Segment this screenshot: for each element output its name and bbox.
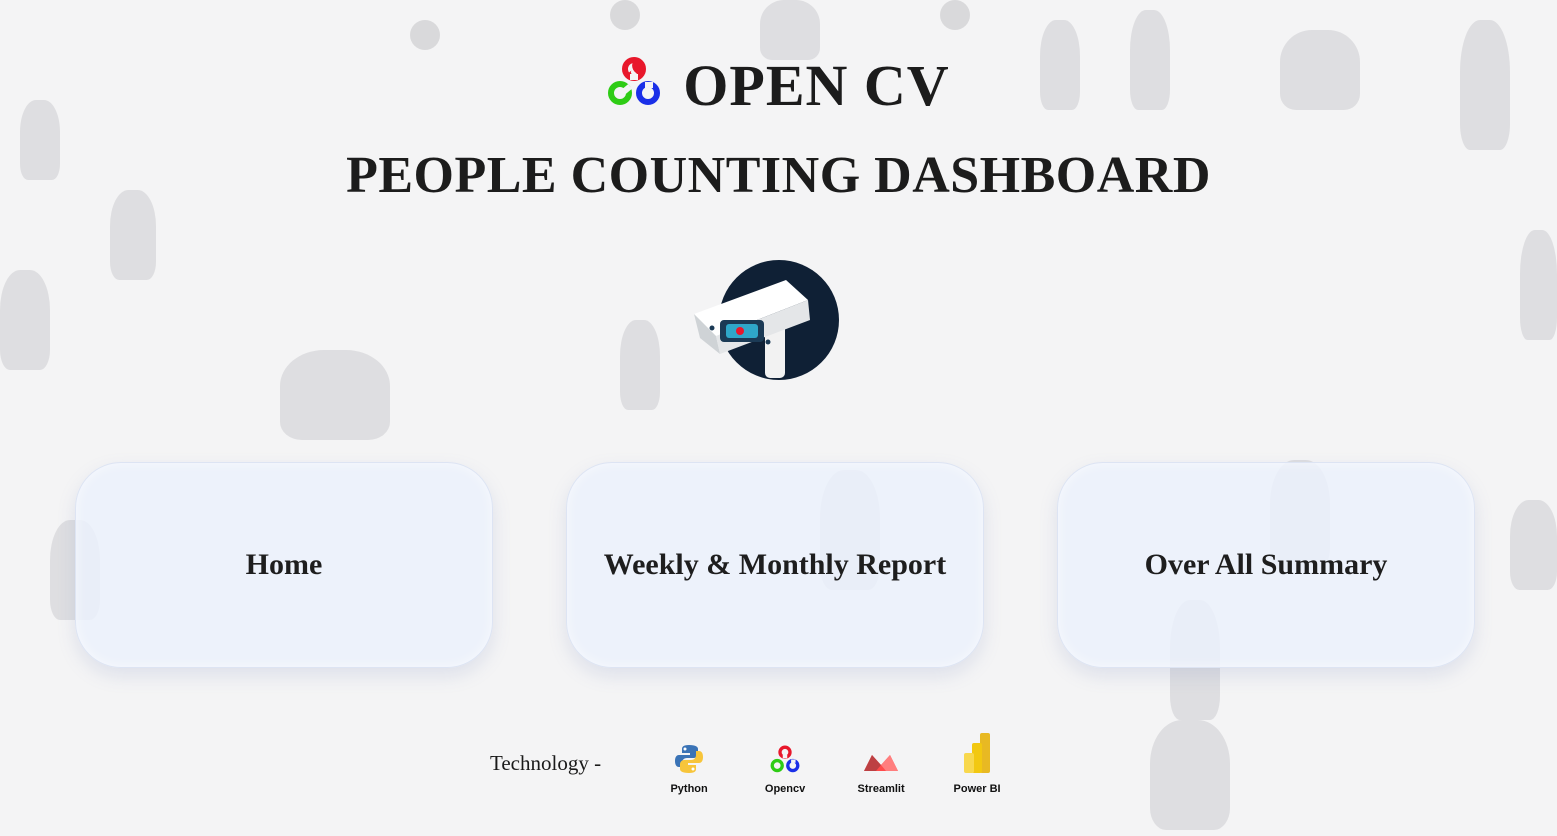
python-icon (673, 743, 705, 780)
over-all-summary-label: Over All Summary (1144, 548, 1388, 581)
powerbi-icon (960, 731, 994, 780)
page-subtitle: PEOPLE COUNTING DASHBOARD (346, 147, 1211, 204)
app-title: OPEN CV (683, 53, 950, 118)
home-button-label: Home (245, 548, 323, 581)
tech-opencv-label: Opencv (764, 783, 806, 795)
opencv-logo-icon (607, 56, 661, 115)
tech-python: Python (641, 731, 737, 795)
over-all-summary-button[interactable]: Over All Summary (1057, 462, 1475, 668)
technology-label: Technology - (490, 750, 602, 775)
tech-streamlit-label: Streamlit (857, 783, 905, 795)
tech-python-label: Python (670, 783, 708, 795)
header-title-row: OPEN CV (0, 52, 1557, 119)
tech-powerbi-label: Power BI (953, 783, 1001, 795)
tech-powerbi: Power BI (929, 731, 1025, 795)
tech-streamlit: Streamlit (833, 731, 929, 795)
home-button[interactable]: Home (75, 462, 493, 668)
cctv-camera-icon (690, 258, 850, 387)
background-crowd-image (0, 0, 1557, 836)
opencv-icon (770, 745, 800, 780)
streamlit-icon (862, 749, 900, 780)
weekly-monthly-report-label: Weekly & Monthly Report (603, 548, 947, 581)
technology-bar: Technology - Python Opencv Streamlit Pow… (490, 728, 1025, 798)
weekly-monthly-report-button[interactable]: Weekly & Monthly Report (566, 462, 984, 668)
tech-opencv: Opencv (737, 731, 833, 795)
